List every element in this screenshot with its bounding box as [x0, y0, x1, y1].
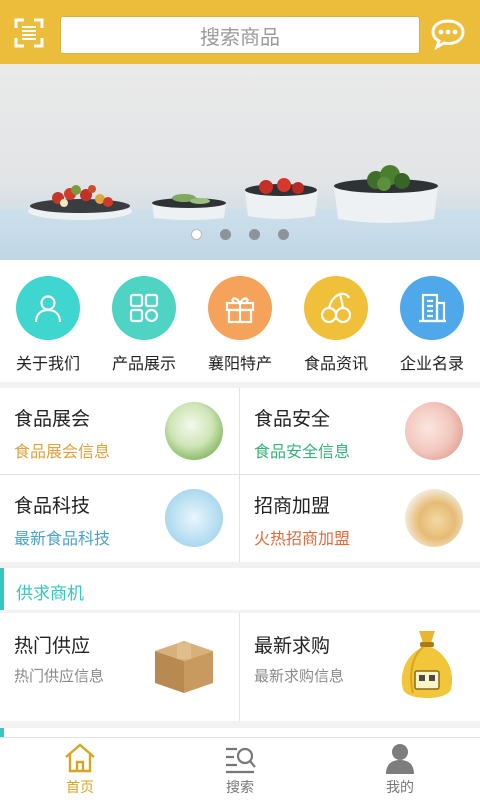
tab-label: 我的: [386, 780, 414, 796]
card-subtitle: 火热招商加盟: [254, 529, 351, 548]
category-label: 关于我们: [15, 354, 80, 373]
gift-icon: [208, 276, 272, 340]
chat-icon: [431, 19, 465, 50]
section-title: 供求商机: [16, 584, 84, 604]
banner-carousel[interactable]: [0, 64, 480, 260]
home-icon: [65, 743, 95, 773]
supply-demand-cards: 热门供应 热门供应信息 最新求购 最新求购信息: [0, 613, 480, 721]
category-about-us[interactable]: 关于我们: [0, 260, 96, 382]
card-thumbnail: [405, 489, 463, 547]
cherry-icon: [304, 276, 368, 340]
supply-divider-vertical: [239, 613, 240, 721]
card-subtitle: 最新食品科技: [14, 529, 111, 548]
category-news[interactable]: 食品资讯: [288, 260, 384, 382]
section-accent-bar: [0, 568, 4, 610]
box-icon: [155, 641, 213, 693]
card-title: 热门供应: [14, 635, 91, 657]
user-icon: [16, 276, 80, 340]
card-subtitle: 最新求购信息: [254, 667, 345, 685]
card-title: 招商加盟: [254, 495, 331, 517]
card-subtitle: 食品安全信息: [254, 442, 351, 461]
tab-search[interactable]: 搜索: [160, 738, 320, 800]
bottom-tab-bar: 首页 搜索 我的: [0, 737, 480, 800]
card-thumbnail: [165, 489, 223, 547]
card-food-tech[interactable]: 食品科技 最新食品科技: [0, 475, 239, 561]
building-icon: [400, 276, 464, 340]
card-subtitle: 热门供应信息: [14, 667, 105, 685]
card-title: 食品展会: [14, 408, 91, 430]
category-label: 襄阳特产: [207, 354, 272, 373]
category-label: 食品资讯: [303, 354, 368, 373]
tab-label: 首页: [66, 780, 94, 796]
card-thumbnail: [165, 402, 223, 460]
money-bag-icon: [401, 631, 453, 698]
search-input[interactable]: 搜索商品: [60, 16, 420, 54]
tab-label: 搜索: [226, 780, 254, 796]
profile-icon: [386, 744, 414, 774]
grid-icon: [112, 276, 176, 340]
grid-divider-vertical: [239, 388, 240, 562]
card-thumbnail: [405, 402, 463, 460]
category-products[interactable]: 产品展示: [96, 260, 192, 382]
top-bar: 搜索商品: [0, 0, 480, 64]
carousel-dot[interactable]: [249, 229, 260, 240]
info-card-grid: 食品展会 食品展会信息 食品安全 食品安全信息 食品科技 最新食品科技 招商加盟…: [0, 388, 480, 562]
category-directory[interactable]: 企业名录: [384, 260, 480, 382]
carousel-dot[interactable]: [220, 229, 231, 240]
scan-button[interactable]: [10, 14, 48, 52]
tab-home[interactable]: 首页: [0, 738, 160, 800]
tab-profile[interactable]: 我的: [320, 738, 480, 800]
card-title: 最新求购: [254, 635, 331, 657]
search-placeholder: 搜索商品: [200, 24, 280, 49]
category-shortcuts: 关于我们 产品展示 襄阳特产 食品资讯 企业名录: [0, 260, 480, 382]
message-button[interactable]: [428, 16, 468, 52]
card-subtitle: 食品展会信息: [14, 442, 111, 461]
category-label: 产品展示: [111, 354, 176, 373]
card-franchise[interactable]: 招商加盟 火热招商加盟: [240, 475, 479, 561]
category-label: 企业名录: [399, 354, 464, 373]
carousel-dot-active[interactable]: [191, 229, 202, 240]
carousel-indicator: [0, 229, 480, 241]
search-icon: [226, 747, 256, 774]
card-food-safety[interactable]: 食品安全 食品安全信息: [240, 388, 479, 474]
card-title: 食品科技: [14, 495, 91, 517]
card-food-expo[interactable]: 食品展会 食品展会信息: [0, 388, 239, 474]
carousel-dot[interactable]: [278, 229, 289, 240]
scan-icon: [14, 18, 44, 48]
category-specialties[interactable]: 襄阳特产: [192, 260, 288, 382]
card-title: 食品安全: [254, 408, 331, 430]
card-latest-demand[interactable]: 最新求购 最新求购信息: [240, 613, 479, 721]
section-header-supply-demand: 供求商机: [0, 568, 480, 610]
grid-divider-horizontal: [0, 474, 480, 475]
card-hot-supply[interactable]: 热门供应 热门供应信息: [0, 613, 239, 721]
